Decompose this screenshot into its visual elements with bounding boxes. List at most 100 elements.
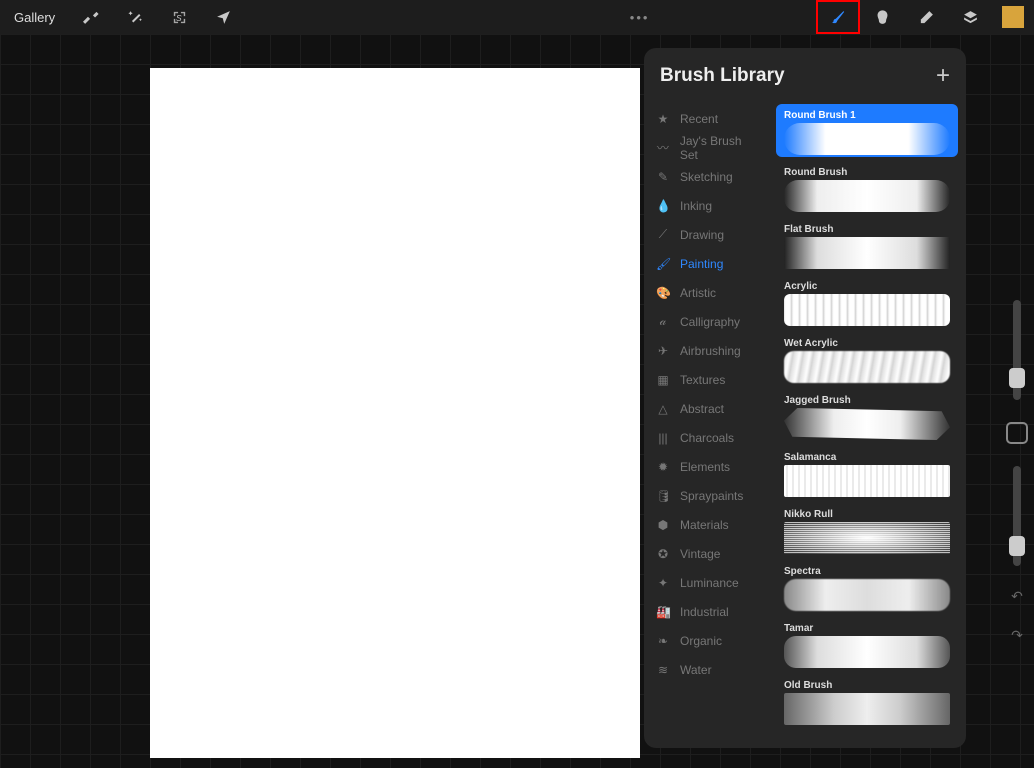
category-icon: ≋ xyxy=(656,663,670,677)
category-label: Drawing xyxy=(680,228,724,242)
canvas[interactable] xyxy=(150,68,640,758)
brush-label: Flat Brush xyxy=(784,224,950,235)
brush-label: Round Brush 1 xyxy=(784,110,950,121)
category-label: Materials xyxy=(680,518,729,532)
category-spraypaints[interactable]: 🛢Spraypaints xyxy=(644,481,774,510)
category-abstract[interactable]: △Abstract xyxy=(644,394,774,423)
brush-stroke-preview xyxy=(784,294,950,326)
category-artistic[interactable]: 🎨 Artistic xyxy=(644,278,774,307)
brush-label: Wet Acrylic xyxy=(784,338,950,349)
brush-round-brush[interactable]: Round Brush xyxy=(776,161,958,214)
brush-stroke-preview xyxy=(784,579,950,611)
panel-title: Brush Library xyxy=(660,65,936,87)
eraser-tool-icon[interactable] xyxy=(904,0,948,34)
brush-acrylic[interactable]: Acrylic xyxy=(776,275,958,328)
brush-spectra[interactable]: Spectra xyxy=(776,560,958,613)
brush-tamar[interactable]: Tamar xyxy=(776,617,958,670)
brush-jagged-brush[interactable]: Jagged Brush xyxy=(776,389,958,442)
smudge-tool-icon[interactable] xyxy=(860,0,904,34)
brush-stroke-preview xyxy=(784,693,950,725)
top-toolbar: Gallery S ••• xyxy=(0,0,1034,34)
category-label: Sketching xyxy=(680,170,733,184)
select-icon[interactable]: S xyxy=(157,0,201,34)
add-brush-icon[interactable]: + xyxy=(936,62,950,90)
category-organic[interactable]: ❧Organic xyxy=(644,626,774,655)
category-painting[interactable]: 🖌 Painting xyxy=(644,249,774,278)
category-icon: ⬢ xyxy=(656,518,670,532)
category-icon: ✪ xyxy=(656,547,670,561)
brush-list: Round Brush 1 Round Brush Flat Brush Acryli… xyxy=(774,104,966,748)
side-tools: ↶ ↷ xyxy=(1000,300,1034,644)
brush-stroke-preview xyxy=(784,180,950,212)
brush-label: Jagged Brush xyxy=(784,395,950,406)
category-materials[interactable]: ⬢ Materials xyxy=(644,510,774,539)
category-label: Textures xyxy=(680,373,725,387)
category-label: Calligraphy xyxy=(680,315,740,329)
category-icon: ⟋ xyxy=(656,227,670,242)
category-elements[interactable]: ✹Elements xyxy=(644,452,774,481)
color-swatch[interactable] xyxy=(1002,6,1024,28)
undo-icon[interactable]: ↶ xyxy=(1011,588,1023,605)
category-icon: ▦ xyxy=(656,373,670,387)
category-label: Artistic xyxy=(680,286,716,300)
brush-stroke-preview xyxy=(784,237,950,269)
more-icon[interactable]: ••• xyxy=(618,10,662,25)
category-label: Industrial xyxy=(680,605,729,619)
brush-label: Nikko Rull xyxy=(784,509,950,520)
brush-label: Tamar xyxy=(784,623,950,634)
opacity-slider[interactable] xyxy=(1013,466,1021,566)
redo-icon[interactable]: ↷ xyxy=(1011,627,1023,644)
category-airbrushing[interactable]: ✈Airbrushing xyxy=(644,336,774,365)
brush-tool-icon[interactable] xyxy=(816,0,860,34)
wrench-icon[interactable] xyxy=(69,0,113,34)
brush-stroke-preview xyxy=(784,465,950,497)
category-textures[interactable]: ▦ Textures xyxy=(644,365,774,394)
transform-icon[interactable] xyxy=(201,0,245,34)
category-icon: ||| xyxy=(656,431,670,445)
category-icon: △ xyxy=(656,402,670,416)
category-list: ★Recent〰Jay's Brush Set✎Sketching💧Inking… xyxy=(644,104,774,748)
category-label: Water xyxy=(680,663,712,677)
category-icon: ✈ xyxy=(656,344,670,358)
category-icon: 𝒶 xyxy=(656,314,670,329)
category-drawing[interactable]: ⟋ Drawing xyxy=(644,220,774,249)
brush-salamanca[interactable]: Salamanca xyxy=(776,446,958,499)
brush-stroke-preview xyxy=(784,636,950,668)
category-icon: 〰 xyxy=(656,139,670,156)
gallery-button[interactable]: Gallery xyxy=(0,10,69,25)
brush-label: Salamanca xyxy=(784,452,950,463)
right-toolbar xyxy=(816,0,1034,34)
category-icon: 🎨 xyxy=(656,286,670,300)
brush-old-brush[interactable]: Old Brush xyxy=(776,674,958,727)
category-luminance[interactable]: ✦Luminance xyxy=(644,568,774,597)
category-label: Painting xyxy=(680,257,723,271)
category-charcoals[interactable]: ||| Charcoals xyxy=(644,423,774,452)
category-inking[interactable]: 💧Inking xyxy=(644,191,774,220)
brush-stroke-preview xyxy=(784,123,950,155)
brush-nikko-rull[interactable]: Nikko Rull xyxy=(776,503,958,556)
brush-stroke-preview xyxy=(784,351,950,383)
app-root: Gallery S ••• ↶ ↷ Brush Library + ★Recen… xyxy=(0,0,1034,768)
brush-wet-acrylic[interactable]: Wet Acrylic xyxy=(776,332,958,385)
category-vintage[interactable]: ✪Vintage xyxy=(644,539,774,568)
category-recent[interactable]: ★Recent xyxy=(644,104,774,133)
category-jay-s-brush-set[interactable]: 〰Jay's Brush Set xyxy=(644,133,774,162)
category-sketching[interactable]: ✎Sketching xyxy=(644,162,774,191)
category-icon: ✹ xyxy=(656,460,670,474)
category-icon: 🛢 xyxy=(656,489,670,503)
category-industrial[interactable]: 🏭Industrial xyxy=(644,597,774,626)
layers-icon[interactable] xyxy=(948,0,992,34)
category-icon: ❧ xyxy=(656,634,670,648)
brush-round-brush-1[interactable]: Round Brush 1 xyxy=(776,104,958,157)
brush-flat-brush[interactable]: Flat Brush xyxy=(776,218,958,271)
modify-button[interactable] xyxy=(1006,422,1028,444)
wand-icon[interactable] xyxy=(113,0,157,34)
brush-size-slider[interactable] xyxy=(1013,300,1021,400)
brush-library-panel: Brush Library + ★Recent〰Jay's Brush Set✎… xyxy=(644,48,966,748)
brush-stroke-preview xyxy=(784,408,950,440)
category-label: Charcoals xyxy=(680,431,734,445)
category-icon: 🖌 xyxy=(656,257,670,271)
category-water[interactable]: ≋ Water xyxy=(644,655,774,684)
category-calligraphy[interactable]: 𝒶 Calligraphy xyxy=(644,307,774,336)
brush-stroke-preview xyxy=(784,522,950,554)
